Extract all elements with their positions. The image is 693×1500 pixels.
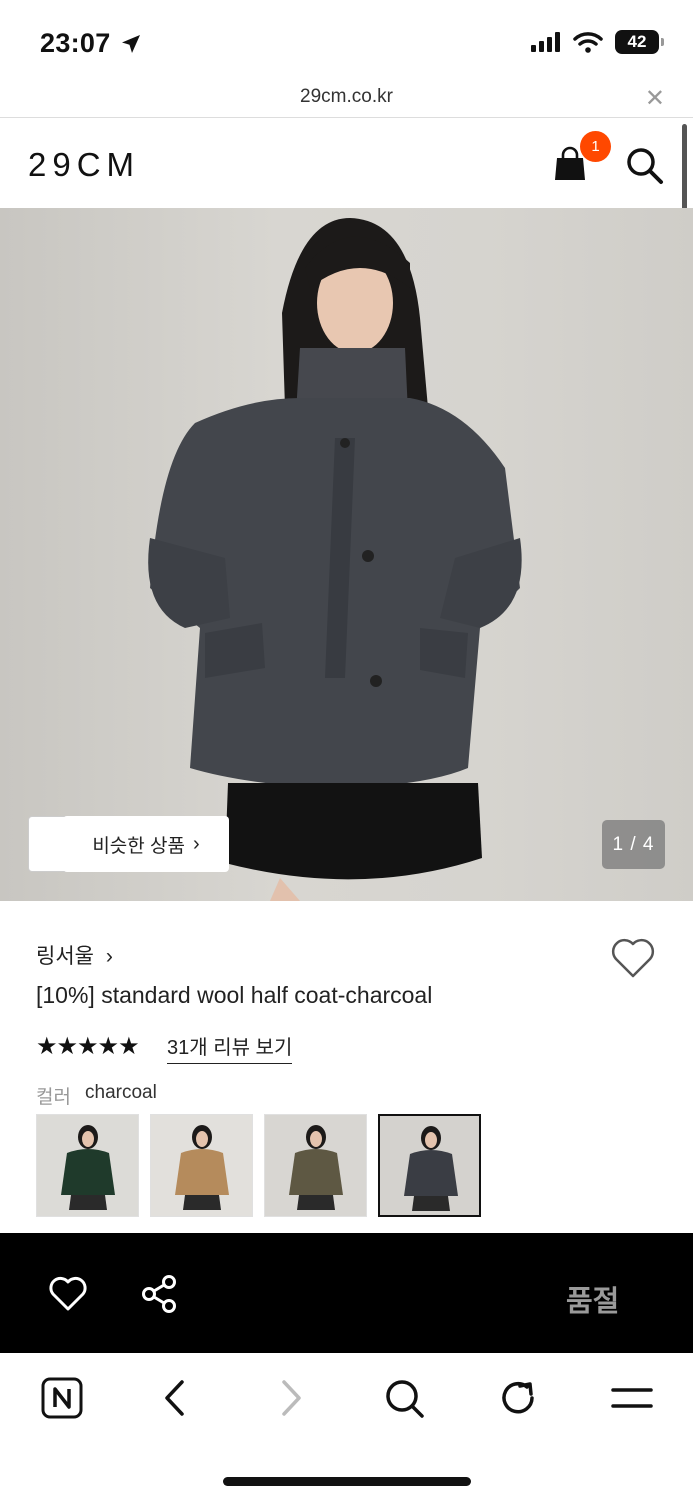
similar-products-label: 비슷한 상품 [92, 835, 185, 857]
battery-level: 42 [627, 32, 647, 51]
swatch-thumbnail [289, 1125, 343, 1210]
status-indicators: 42 [531, 30, 664, 54]
location-arrow-icon [121, 34, 140, 53]
similar-products[interactable]: 비슷한 상품 › [28, 816, 229, 872]
color-swatch-green[interactable] [36, 1114, 139, 1217]
swatch-thumbnail [61, 1125, 115, 1210]
soldout-button[interactable]: 품절 [566, 1278, 619, 1320]
menu-icon[interactable] [610, 1376, 654, 1420]
battery-icon: 42 [615, 30, 664, 54]
heart-icon[interactable] [48, 1276, 88, 1312]
forward-arrow-icon[interactable] [268, 1376, 312, 1420]
brand-link[interactable]: 링서울 › [36, 940, 113, 970]
time-text: 23:07 [40, 28, 111, 58]
product-image[interactable] [0, 208, 693, 901]
cart-count-badge: 1 [580, 131, 611, 162]
chevron-right-icon: › [193, 832, 200, 855]
similar-products-button[interactable]: 비슷한 상품 › [63, 816, 229, 872]
swatch-thumbnail [175, 1125, 229, 1210]
site-logo[interactable]: 29CM [28, 146, 140, 184]
rating-stars: ★★★★★ [36, 1033, 140, 1060]
search-icon[interactable] [382, 1376, 426, 1420]
brand-name: 링서울 [36, 945, 94, 968]
model-photo [148, 218, 522, 901]
chevron-right-icon: › [105, 945, 113, 968]
share-icon[interactable] [140, 1274, 178, 1314]
close-icon[interactable]: ✕ [645, 84, 665, 113]
swatch-thumbnail [404, 1126, 458, 1211]
heart-icon[interactable] [610, 936, 656, 980]
cellular-signal-icon [531, 32, 560, 52]
back-arrow-icon[interactable] [154, 1376, 198, 1420]
review-link[interactable]: 31개 리뷰 보기 [167, 1031, 293, 1064]
product-title: [10%] standard wool half coat-charcoal [36, 982, 433, 1008]
wifi-icon [573, 32, 603, 53]
image-counter: 1 / 4 [602, 820, 665, 869]
color-swatch-charcoal[interactable] [378, 1114, 481, 1217]
url-text[interactable]: 29cm.co.kr [0, 86, 693, 108]
naver-home-icon[interactable] [40, 1376, 84, 1420]
color-swatch-khaki[interactable] [264, 1114, 367, 1217]
color-label: 컬러 [36, 1087, 71, 1108]
refresh-icon[interactable] [496, 1376, 540, 1420]
search-icon[interactable] [624, 145, 664, 185]
color-swatch-camel[interactable] [150, 1114, 253, 1217]
status-time: 23:07 [40, 28, 143, 59]
color-value: charcoal [85, 1082, 157, 1103]
home-indicator[interactable] [223, 1477, 471, 1486]
